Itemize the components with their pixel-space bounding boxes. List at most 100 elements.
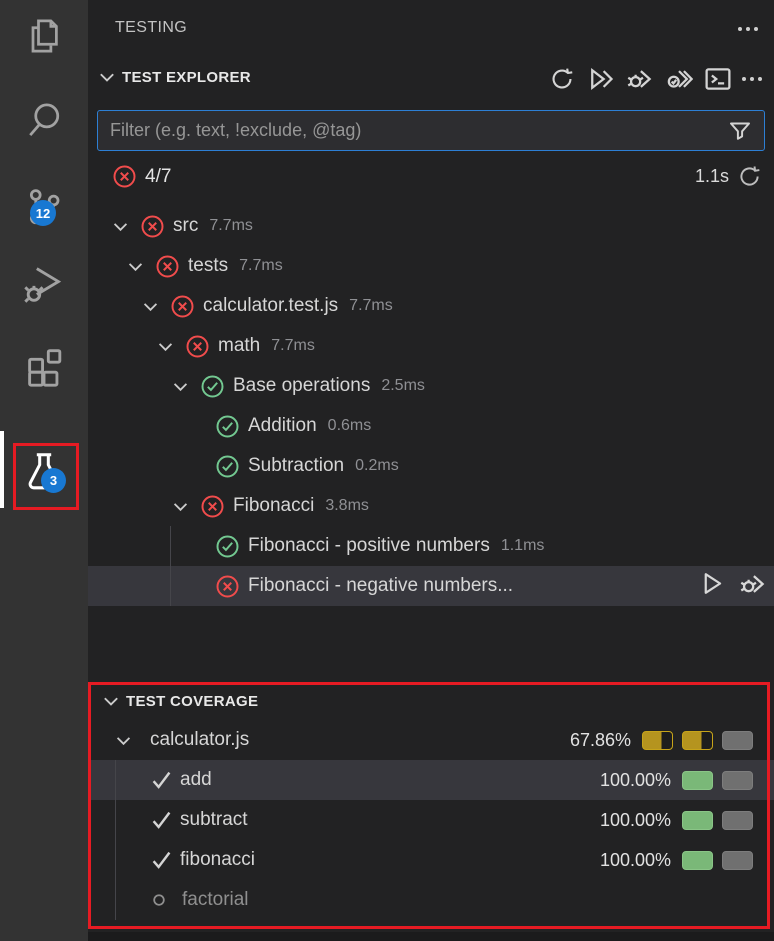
chevron-down-icon[interactable]	[155, 336, 185, 357]
run-tests-with-coverage-icon[interactable]	[664, 64, 694, 94]
test-results-status-row: 4/7 1.1s	[88, 158, 774, 196]
test-label: Subtraction	[248, 455, 344, 477]
test-label: Fibonacci - negative numbers...	[248, 575, 513, 597]
test-run-duration: 1.1s	[695, 166, 729, 187]
test-label: Fibonacci	[233, 495, 314, 517]
activity-bar: 12 3	[0, 0, 88, 941]
test-tree-row-base-operations[interactable]: Base operations 2.5ms	[88, 366, 774, 406]
test-coverage-header[interactable]: TEST COVERAGE	[88, 682, 774, 720]
coverage-percent: 100.00%	[600, 850, 671, 871]
run-debug-icon[interactable]	[0, 258, 88, 308]
chevron-down-icon	[96, 66, 118, 88]
test-pass-icon	[215, 534, 240, 559]
test-label: Base operations	[233, 375, 370, 397]
explorer-more-actions-icon[interactable]	[742, 77, 762, 81]
test-fail-icon	[170, 294, 195, 319]
chevron-down-icon[interactable]	[88, 730, 142, 751]
refresh-tests-icon[interactable]	[547, 64, 577, 94]
covered-check-icon	[88, 769, 180, 792]
test-duration: 0.2ms	[355, 457, 399, 475]
test-explorer-toolbar	[547, 64, 762, 94]
test-duration: 2.5ms	[381, 377, 425, 395]
test-duration: 0.6ms	[328, 417, 372, 435]
coverage-bar-yellow-partial	[642, 731, 673, 750]
test-row-actions	[699, 566, 774, 606]
test-fail-icon	[200, 494, 225, 519]
coverage-bar-yellow-partial	[682, 731, 713, 750]
files-icon[interactable]	[0, 12, 88, 60]
coverage-bar-gray	[722, 731, 753, 750]
coverage-bar-green	[682, 771, 713, 790]
test-duration: 7.7ms	[349, 297, 393, 315]
chevron-down-icon	[100, 690, 122, 712]
test-pass-icon	[215, 454, 240, 479]
filter-funnel-icon[interactable]	[728, 119, 752, 143]
coverage-row-add[interactable]: add 100.00%	[88, 760, 774, 800]
error-icon	[112, 164, 137, 189]
test-tree-row-subtraction[interactable]: Subtraction 0.2ms	[88, 446, 774, 486]
coverage-row-calculator-js[interactable]: calculator.js 67.86%	[88, 720, 774, 760]
test-fail-icon	[155, 254, 180, 279]
bottom-edge	[88, 932, 774, 941]
test-label: src	[173, 215, 198, 237]
run-test-icon[interactable]	[699, 570, 726, 602]
rerun-icon[interactable]	[737, 164, 762, 189]
tree-indent-guide	[170, 526, 171, 606]
coverage-percent: 67.86%	[570, 730, 631, 751]
test-coverage-section: TEST COVERAGE calculator.js 67.86% add 1…	[88, 682, 774, 920]
test-filter-input[interactable]	[98, 120, 728, 141]
chevron-down-icon[interactable]	[110, 216, 140, 237]
chevron-down-icon[interactable]	[125, 256, 155, 277]
chevron-down-icon[interactable]	[170, 376, 200, 397]
chevron-down-icon[interactable]	[140, 296, 170, 317]
coverage-bar-green	[682, 851, 713, 870]
testing-sidebar: TESTING TEST EXPLORER	[88, 0, 774, 941]
debug-all-tests-icon[interactable]	[625, 64, 655, 94]
panel-title-row: TESTING	[88, 0, 774, 52]
coverage-file-label: calculator.js	[150, 729, 249, 751]
test-explorer-header[interactable]: TEST EXPLORER	[96, 66, 251, 88]
coverage-bars	[682, 851, 753, 870]
coverage-row-factorial[interactable]: factorial	[88, 880, 774, 920]
test-tree-row-tests[interactable]: tests 7.7ms	[88, 246, 774, 286]
coverage-fn-label: factorial	[182, 889, 249, 911]
test-fail-icon	[140, 214, 165, 239]
section-title: TEST COVERAGE	[126, 693, 258, 710]
test-fail-icon	[215, 574, 240, 599]
test-duration: 7.7ms	[239, 257, 283, 275]
chevron-down-icon[interactable]	[170, 496, 200, 517]
terminal-icon[interactable]	[703, 64, 733, 94]
test-fail-icon	[185, 334, 210, 359]
test-label: Addition	[248, 415, 317, 437]
test-pass-icon	[200, 374, 225, 399]
test-filter-box	[97, 110, 765, 151]
coverage-fn-label: subtract	[180, 809, 248, 831]
extensions-icon[interactable]	[0, 340, 88, 390]
active-view-indicator	[0, 431, 4, 508]
test-tree-row-calculator-test-js[interactable]: calculator.test.js 7.7ms	[88, 286, 774, 326]
test-label: Fibonacci - positive numbers	[248, 535, 490, 557]
search-icon[interactable]	[0, 96, 88, 144]
coverage-bar-gray	[722, 851, 753, 870]
scm-badge: 12	[30, 200, 56, 226]
test-tree-row-fibonacci[interactable]: Fibonacci 3.8ms	[88, 486, 774, 526]
coverage-bar-green	[682, 811, 713, 830]
test-tree-row-fibonacci-negative[interactable]: Fibonacci - negative numbers...	[88, 566, 774, 606]
annotation-box-testing-icon	[13, 443, 79, 510]
test-tree-row-addition[interactable]: Addition 0.6ms	[88, 406, 774, 446]
coverage-row-fibonacci[interactable]: fibonacci 100.00%	[88, 840, 774, 880]
test-tree-row-src[interactable]: src 7.7ms	[88, 206, 774, 246]
failed-count: 4/7	[145, 166, 171, 188]
test-tree-row-math[interactable]: math 7.7ms	[88, 326, 774, 366]
test-tree-row-fibonacci-positive[interactable]: Fibonacci - positive numbers 1.1ms	[88, 526, 774, 566]
run-all-tests-icon[interactable]	[586, 64, 616, 94]
more-actions-icon[interactable]	[738, 27, 758, 31]
coverage-bars	[642, 731, 753, 750]
coverage-bars	[682, 771, 753, 790]
coverage-percent: 100.00%	[600, 810, 671, 831]
covered-check-icon	[88, 809, 180, 832]
debug-test-icon[interactable]	[739, 570, 767, 603]
coverage-fn-label: add	[180, 769, 212, 791]
coverage-row-subtract[interactable]: subtract 100.00%	[88, 800, 774, 840]
covered-check-icon	[88, 849, 180, 872]
